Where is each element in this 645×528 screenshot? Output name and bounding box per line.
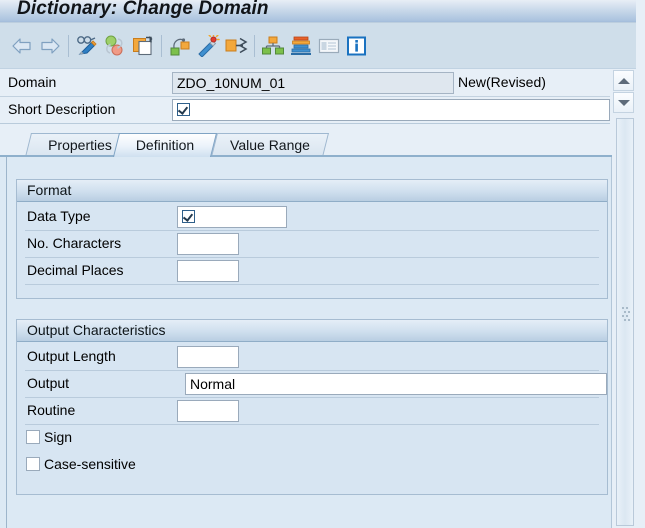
format-panel-title: Format	[27, 182, 72, 198]
output-panel-body: Output Length Output Routine Sign	[17, 342, 607, 494]
scroll-up-button[interactable]	[613, 70, 634, 91]
no-characters-label: No. Characters	[27, 235, 122, 251]
status-badge: New(Revised)	[458, 74, 546, 90]
table-view-icon[interactable]	[315, 31, 343, 61]
information-icon[interactable]	[343, 31, 371, 61]
sign-label: Sign	[44, 429, 73, 445]
generate-icon[interactable]	[194, 31, 222, 61]
data-type-label: Data Type	[27, 208, 91, 224]
window-title-bar: Dictionary: Change Domain	[0, 0, 645, 23]
separator-3	[250, 33, 259, 59]
output-length-input[interactable]	[177, 346, 239, 368]
output-panel-header: Output Characteristics	[17, 320, 607, 342]
definition-tab-content: Format Data Type No. Characters Decimal …	[0, 157, 612, 528]
decimal-places-label: Decimal Places	[27, 262, 124, 278]
vertical-scrollbar	[613, 70, 634, 114]
hierarchy-icon[interactable]	[259, 31, 287, 61]
tab-value-range-label: Value Range	[230, 137, 310, 153]
forward-arrow-icon[interactable]	[36, 31, 64, 61]
application-toolbar	[0, 23, 645, 69]
where-used-list-icon[interactable]	[166, 31, 194, 61]
content-left-rail	[6, 157, 7, 528]
domain-input[interactable]	[172, 72, 454, 94]
panel-splitter[interactable]	[616, 118, 634, 526]
short-description-checkbox-icon	[177, 103, 190, 116]
display-change-icon[interactable]	[73, 31, 101, 61]
short-description-input[interactable]	[172, 99, 610, 121]
tab-strip: Properties Definition Value Range	[0, 131, 612, 157]
decimal-places-row: Decimal Places	[17, 258, 607, 285]
sap-dictionary-window: Dictionary: Change Domain Domain ZDO_10N…	[0, 0, 645, 528]
short-description-label: Short Description	[8, 101, 116, 117]
domain-label: Domain	[8, 74, 57, 90]
transport-icon[interactable]	[222, 31, 250, 61]
output-panel-title: Output Characteristics	[27, 322, 166, 338]
resize-grip-icon	[622, 307, 630, 321]
window-right-margin	[636, 0, 645, 528]
back-arrow-icon[interactable]	[8, 31, 36, 61]
routine-label: Routine	[27, 402, 76, 418]
routine-row: Routine	[17, 398, 607, 425]
chevron-up-icon	[617, 77, 630, 84]
domain-row: Domain New(Revised)	[0, 70, 610, 97]
check-syntax-icon[interactable]	[101, 31, 129, 61]
header-fields: Domain New(Revised) Short Description	[0, 70, 610, 130]
format-panel-body: Data Type No. Characters Decimal Places	[17, 202, 607, 298]
sign-row[interactable]: Sign	[17, 425, 607, 452]
format-panel: Format Data Type No. Characters Decimal …	[16, 179, 608, 299]
data-type-row: Data Type	[17, 204, 607, 231]
no-characters-input[interactable]	[177, 233, 239, 255]
short-description-row: Short Description	[0, 97, 610, 124]
case-sensitive-row[interactable]: Case-sensitive	[17, 452, 607, 479]
separator-1	[64, 33, 73, 59]
tab-value-range[interactable]: Value Range	[211, 133, 329, 157]
output-length-label: Output Length	[27, 348, 116, 364]
format-panel-header: Format	[17, 180, 607, 202]
sign-checkbox[interactable]	[26, 430, 40, 444]
page-title: Dictionary: Change Domain	[17, 0, 269, 19]
scroll-down-button[interactable]	[613, 92, 634, 113]
stack-layers-icon[interactable]	[287, 31, 315, 61]
no-characters-row: No. Characters	[17, 231, 607, 258]
case-sensitive-checkbox[interactable]	[26, 457, 40, 471]
output-characteristics-panel: Output Characteristics Output Length Out…	[16, 319, 608, 495]
tab-definition-label: Definition	[135, 137, 195, 153]
output-row: Output	[17, 371, 607, 398]
data-type-checkbox-icon	[182, 210, 195, 223]
tab-definition[interactable]: Definition	[113, 133, 217, 157]
case-sensitive-label: Case-sensitive	[44, 456, 136, 472]
chevron-down-icon	[617, 99, 630, 106]
row-separator	[25, 284, 599, 285]
output-label: Output	[27, 375, 70, 391]
output-input[interactable]	[185, 373, 607, 395]
separator-2	[157, 33, 166, 59]
copy-object-icon[interactable]	[129, 31, 157, 61]
decimal-places-input[interactable]	[177, 260, 239, 282]
routine-input[interactable]	[177, 400, 239, 422]
output-length-row: Output Length	[17, 344, 607, 371]
